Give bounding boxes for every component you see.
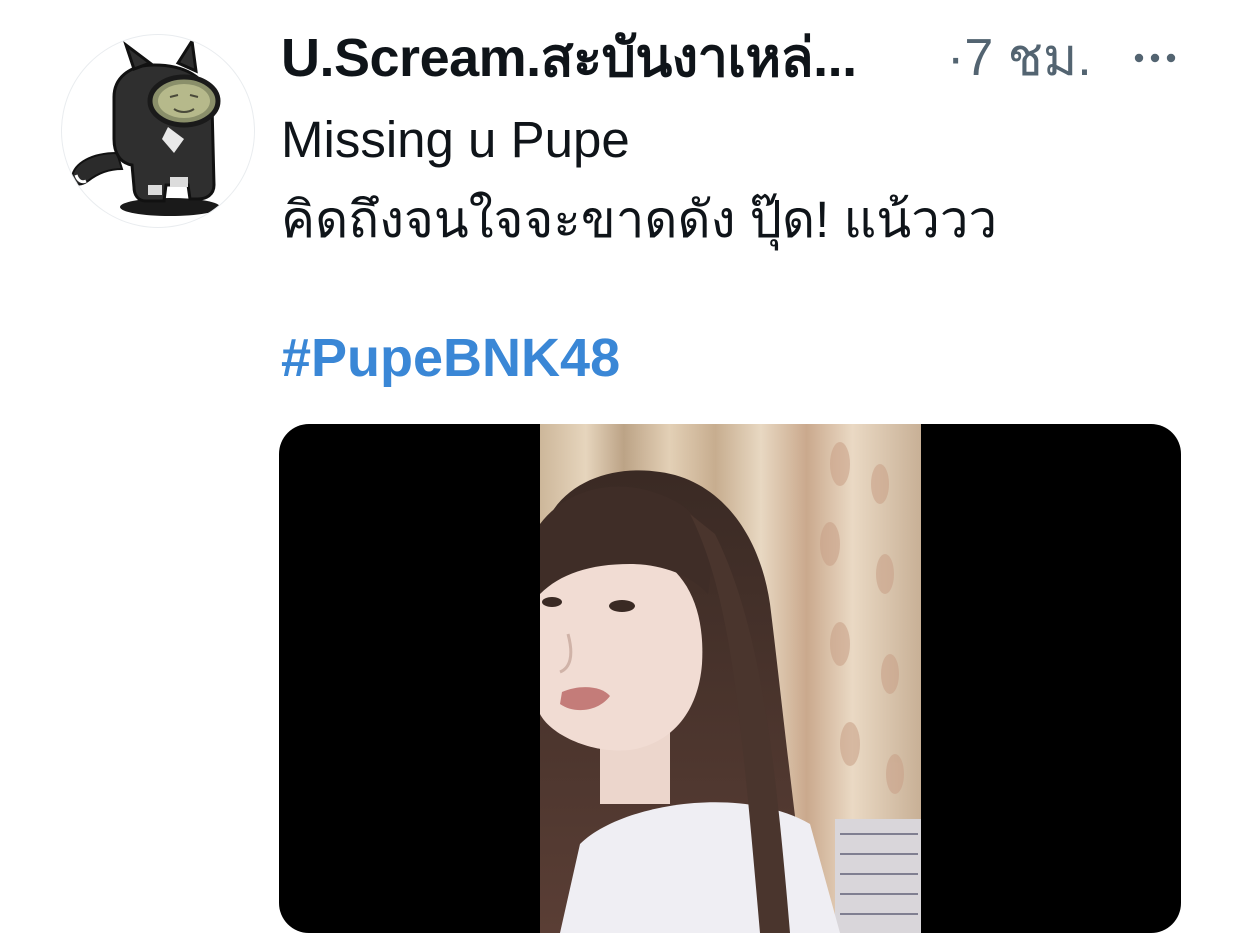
author-avatar[interactable]	[62, 35, 254, 227]
tweet-header: U.Scream.สะบันงาเหล่... ·7 ชม.	[281, 26, 1181, 90]
tweet[interactable]: U.Scream.สะบันงาเหล่... ·7 ชม. Missing u…	[0, 0, 1242, 933]
tweet-text-line: Missing u Pupe	[281, 111, 630, 168]
tweet-text-line: คิดถึงจนใจจะขาดดัง ปุ๊ด! แน้ววว	[281, 191, 998, 248]
video-frame[interactable]	[540, 424, 921, 933]
tweet-timestamp[interactable]: ·7 ชม.	[947, 26, 1092, 90]
more-dots-icon[interactable]	[1133, 48, 1177, 68]
video-thumbnail	[540, 424, 921, 933]
author-display-name[interactable]: U.Scream.สะบันงาเหล่...	[281, 26, 857, 90]
hashtag-link[interactable]: #PupeBNK48	[281, 322, 620, 394]
cat-astronaut-avatar-icon	[70, 36, 221, 216]
tweet-text: Missing u Pupe คิดถึงจนใจจะขาดดัง ปุ๊ด! …	[281, 100, 1181, 260]
tweet-video[interactable]	[279, 424, 1181, 933]
